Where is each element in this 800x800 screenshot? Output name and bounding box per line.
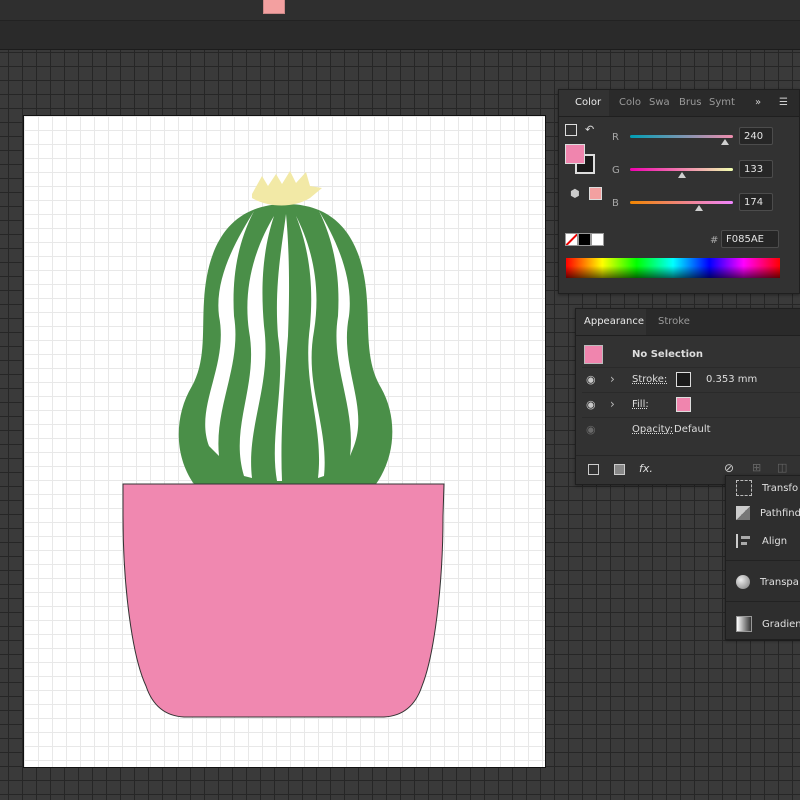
pathfinder-icon (736, 506, 750, 520)
black-color-swatch[interactable] (578, 233, 591, 246)
tab-swatches[interactable]: Swa (649, 90, 671, 116)
transform-label: Transfo (762, 483, 799, 494)
color-panel: Color Colo Swa Brus Symt » ☰ ↶ ⬢ R 240 G… (558, 89, 800, 294)
tab-brushes[interactable]: Brus (679, 90, 701, 116)
stroke-label[interactable]: Stroke: (632, 374, 667, 385)
align-label: Align (762, 536, 788, 547)
appearance-panel: Appearance Stroke No Selection ◉ › Strok… (575, 308, 800, 485)
application-bar (0, 0, 800, 21)
green-slider-thumb[interactable] (678, 172, 686, 178)
fill-row[interactable]: ◉ › Fill: (582, 393, 800, 418)
hex-label: # (710, 235, 719, 246)
selection-label: No Selection (632, 349, 704, 360)
white-color-swatch[interactable] (591, 233, 604, 246)
blue-value-field[interactable]: 174 (739, 193, 773, 211)
flower-pot (122, 483, 445, 718)
visibility-eye-icon[interactable]: ◉ (586, 398, 596, 411)
color-spectrum-bar[interactable] (566, 258, 780, 278)
hex-value-field[interactable]: F085AE (721, 230, 779, 248)
add-effect-fx-icon[interactable]: fx. (639, 462, 653, 475)
green-slider[interactable] (630, 168, 733, 171)
expand-tabs-icon[interactable]: » (755, 90, 767, 116)
collapsed-panels-dock: Transfo Pathfinde Align Transpa Gradient (725, 475, 800, 640)
channel-label-g: G (612, 165, 620, 176)
selection-row: No Selection (582, 343, 800, 368)
channel-label-r: R (612, 132, 619, 143)
red-slider-thumb[interactable] (721, 139, 729, 145)
tab-color-guide[interactable]: Colo (619, 90, 643, 116)
transparency-label: Transpa (760, 577, 799, 588)
none-color-swatch[interactable] (565, 233, 578, 246)
green-value-field[interactable]: 133 (739, 160, 773, 178)
blue-slider[interactable] (630, 201, 733, 204)
stroke-weight-value[interactable]: 0.353 mm (706, 374, 757, 385)
cactus-artwork[interactable] (24, 116, 545, 767)
duplicate-item-icon[interactable]: ⊞ (752, 461, 761, 474)
blue-slider-thumb[interactable] (695, 205, 703, 211)
tab-stroke[interactable]: Stroke (658, 309, 698, 335)
pathfinder-label: Pathfinde (760, 508, 800, 519)
gradient-icon (736, 616, 752, 632)
default-colors-icon[interactable] (565, 124, 577, 136)
fill-label[interactable]: Fill: (632, 399, 649, 410)
stroke-row[interactable]: ◉ › Stroke: 0.353 mm (582, 368, 800, 393)
color-swatch[interactable] (263, 0, 285, 14)
transform-icon (736, 480, 752, 496)
panel-divider (726, 601, 800, 602)
opacity-label[interactable]: Opacity: (632, 424, 673, 435)
add-new-stroke-icon[interactable] (588, 464, 599, 475)
opacity-value: Default (674, 424, 711, 435)
red-value-field[interactable]: 240 (739, 127, 773, 145)
opacity-row[interactable]: ◉ Opacity: Default (582, 418, 800, 442)
web-safe-swatch[interactable] (589, 187, 602, 200)
clear-appearance-icon[interactable]: ⊘ (724, 461, 734, 475)
tab-symbols[interactable]: Symt (709, 90, 735, 116)
pathfinder-panel-button[interactable]: Pathfinde (736, 506, 800, 520)
selection-thumbnail (584, 345, 603, 364)
cactus-flower (252, 171, 322, 206)
swap-colors-icon[interactable]: ↶ (585, 123, 594, 136)
stroke-swatch[interactable] (676, 372, 691, 387)
fill-swatch[interactable] (676, 397, 691, 412)
tab-color[interactable]: Color (559, 90, 609, 116)
align-icon (736, 534, 752, 548)
visibility-eye-icon[interactable]: ◉ (586, 423, 596, 436)
tab-appearance[interactable]: Appearance (576, 309, 646, 335)
channel-label-b: B (612, 198, 619, 209)
appearance-panel-tabs: Appearance Stroke (576, 309, 800, 336)
chevron-right-icon[interactable]: › (610, 372, 615, 386)
chevron-right-icon[interactable]: › (610, 397, 615, 411)
gradient-label: Gradient (762, 619, 800, 630)
artboard[interactable] (23, 115, 546, 768)
panel-menu-icon[interactable]: ☰ (779, 90, 793, 116)
color-panel-tabs: Color Colo Swa Brus Symt » ☰ (559, 90, 799, 117)
delete-item-icon[interactable]: ◫ (777, 461, 787, 474)
red-slider[interactable] (630, 135, 733, 138)
transparency-icon (736, 575, 750, 589)
gradient-panel-button[interactable]: Gradient (736, 616, 800, 632)
panel-divider (726, 560, 800, 561)
transform-panel-button[interactable]: Transfo (736, 480, 798, 496)
control-bar (0, 21, 800, 50)
transparency-panel-button[interactable]: Transpa (736, 575, 799, 589)
out-of-gamut-icon[interactable]: ⬢ (570, 187, 580, 200)
visibility-eye-icon[interactable]: ◉ (586, 373, 596, 386)
add-new-fill-icon[interactable] (614, 464, 625, 475)
align-panel-button[interactable]: Align (736, 534, 787, 548)
fill-color-swatch[interactable] (565, 144, 585, 164)
